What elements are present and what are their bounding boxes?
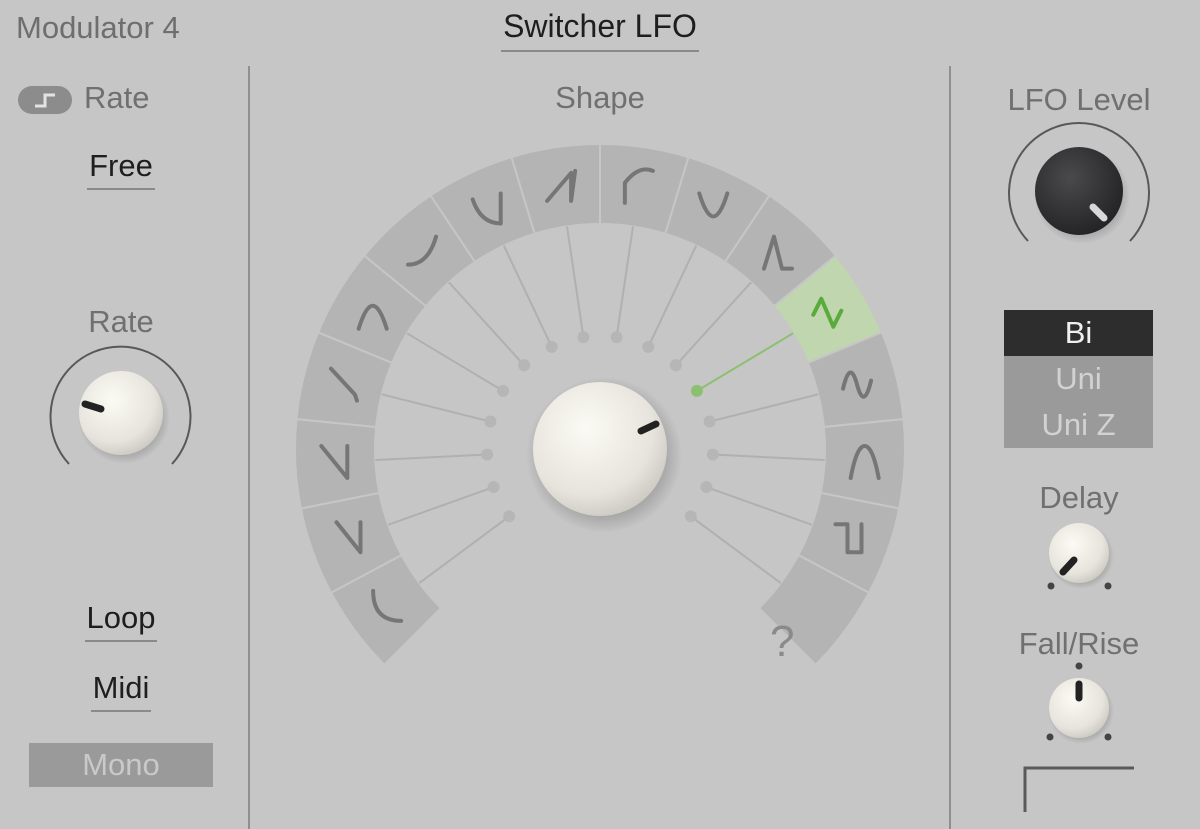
shape-spoke	[565, 226, 585, 338]
shape-spoke	[418, 515, 510, 584]
shape-spoke-dot	[481, 448, 494, 461]
shape-spoke-dot	[669, 359, 682, 372]
fall-rise-knob[interactable]	[1046, 662, 1115, 745]
shape-spoke-dot	[700, 481, 713, 494]
shape-spoke	[690, 515, 782, 584]
shape-spoke	[709, 393, 819, 423]
shape-spoke-dot	[545, 340, 558, 353]
shape-spoke-dot	[503, 510, 516, 523]
shape-spoke-dot	[690, 384, 703, 397]
shape-spoke	[712, 453, 825, 462]
shape-spoke-dot	[610, 331, 623, 344]
shape-spoke-dot	[487, 481, 500, 494]
shape-spoke-dot	[684, 510, 697, 523]
shape-spoke-dot	[706, 448, 719, 461]
shape-spoke	[448, 281, 525, 366]
shape-spoke-dot	[577, 331, 590, 344]
shape-spoke-dot	[497, 384, 510, 397]
shape-spoke	[615, 226, 635, 338]
shape-spoke	[647, 245, 698, 348]
shape-spoke-dot	[518, 359, 531, 372]
shape-spoke	[502, 245, 553, 348]
shape-spoke-dot	[484, 415, 497, 428]
graphics-layer	[49, 122, 1150, 812]
shape-spoke	[696, 332, 794, 392]
envelope-preview-icon	[1023, 766, 1134, 812]
random-shape-label: ?	[770, 617, 795, 666]
shape-spoke	[381, 393, 491, 423]
rate-knob[interactable]	[49, 345, 192, 465]
shape-spoke-dot	[642, 340, 655, 353]
shape-spoke	[675, 281, 752, 366]
shape-spoke	[406, 332, 504, 392]
delay-knob[interactable]	[1047, 523, 1115, 590]
shape-knob[interactable]	[526, 377, 682, 533]
shape-spoke	[706, 486, 813, 526]
lfo-level-knob[interactable]	[1008, 122, 1150, 244]
shape-spoke	[387, 486, 494, 526]
shape-spoke-dot	[703, 415, 716, 428]
shape-spoke	[375, 453, 488, 462]
